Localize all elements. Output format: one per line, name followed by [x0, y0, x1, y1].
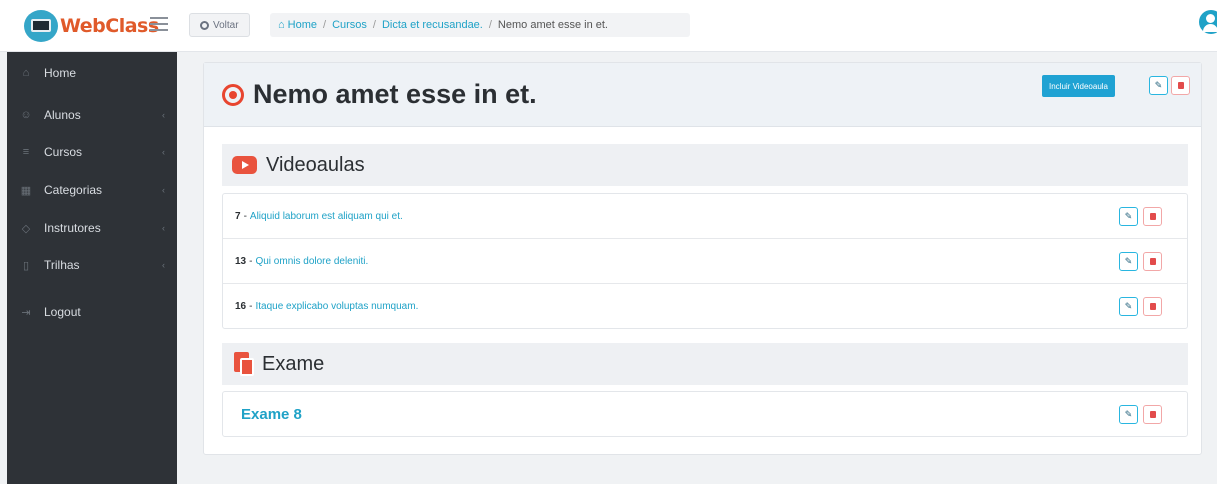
videos-section-title: Videoaulas — [266, 153, 365, 176]
sidebar-item-label: Alunos — [44, 108, 81, 122]
chevron-left-icon: ‹ — [162, 147, 165, 157]
video-number: 13 — [235, 255, 247, 267]
chevron-left-icon: ‹ — [162, 260, 165, 270]
trash-icon — [1149, 213, 1156, 220]
sidebar-item-label: Logout — [44, 305, 81, 319]
target-icon — [222, 83, 244, 106]
video-number: 7 — [235, 210, 241, 222]
card-header: Nemo amet esse in et. Incluir Videoaula … — [204, 63, 1201, 127]
home-icon: ⌂ — [22, 67, 30, 79]
video-number: 16 — [235, 301, 247, 312]
sidebar-item-label: Instrutores — [44, 221, 101, 235]
edit-video-button[interactable]: ✎ — [1119, 207, 1138, 226]
list-item: 7 - Aliquid laborum est aliquam qui et. … — [223, 194, 1187, 239]
content-card: Nemo amet esse in et. Incluir Videoaula … — [203, 62, 1202, 455]
trash-icon — [1177, 82, 1184, 89]
pencil-icon: ✎ — [1124, 256, 1133, 266]
delete-video-button[interactable] — [1143, 297, 1162, 316]
brand-logo[interactable]: WebClass — [24, 10, 159, 42]
video-link[interactable]: Qui omnis dolore deleniti. — [255, 256, 368, 267]
video-list: 7 - Aliquid laborum est aliquam qui et. … — [222, 193, 1188, 329]
edit-video-button[interactable]: ✎ — [1119, 252, 1138, 271]
sidebar-item-label: Home — [44, 66, 77, 80]
sidebar-item-cursos[interactable]: ≡ Cursos ‹ — [7, 137, 177, 167]
breadcrumb-cursos[interactable]: Cursos — [332, 19, 367, 31]
delete-video-button[interactable] — [1143, 252, 1162, 271]
exam-section-title: Exame — [262, 352, 325, 375]
breadcrumb-current: Nemo amet esse in et. — [497, 19, 608, 31]
user-avatar-icon[interactable] — [1199, 10, 1217, 36]
add-video-button[interactable]: Incluir Videoaula — [1042, 75, 1116, 97]
delete-video-button[interactable] — [1143, 207, 1162, 226]
sidebar-item-label: Trilhas — [44, 258, 80, 272]
top-navbar: WebClass Voltar ⌂ Home / Cursos / Dicta … — [0, 0, 1217, 52]
menu-toggle-icon[interactable] — [150, 17, 168, 31]
sidebar-item-instrutores[interactable]: ◇ Instrutores ‹ — [7, 213, 177, 243]
edit-course-button[interactable]: ✎ — [1149, 76, 1168, 95]
exam-list: Exame 8 ✎ — [222, 391, 1188, 437]
document-icon — [234, 352, 254, 376]
trash-icon — [1149, 258, 1156, 265]
logout-icon: ⇥ — [21, 306, 31, 319]
video-link[interactable]: Aliquid laborum est aliquam qui et. — [250, 211, 403, 222]
graduation-cap-icon: ◇ — [21, 222, 31, 235]
list-item: 13 - Qui omnis dolore deleniti. ✎ — [223, 239, 1187, 284]
trash-icon — [1149, 411, 1156, 418]
home-icon: ⌂ — [278, 19, 285, 31]
delete-exam-button[interactable] — [1143, 405, 1162, 424]
youtube-icon — [232, 156, 257, 174]
sidebar: ⌂ Home ☺ Alunos ‹ ≡ Cursos ‹ ▦ Categoria… — [7, 52, 177, 484]
list-item: Exame 8 ✎ — [223, 392, 1187, 437]
users-icon: ☺ — [20, 109, 32, 121]
sidebar-item-logout[interactable]: ⇥ Logout — [7, 297, 177, 327]
sidebar-item-label: Cursos — [44, 145, 83, 159]
page-title: Nemo amet esse in et. — [253, 79, 537, 109]
sidebar-item-trilhas[interactable]: ▯ Trilhas ‹ — [7, 250, 177, 280]
video-link[interactable]: Itaque explicabo voluptas numquam. — [255, 301, 418, 312]
breadcrumb-home[interactable]: Home — [288, 19, 317, 31]
back-button-label: Voltar — [213, 19, 239, 31]
sidebar-item-home[interactable]: ⌂ Home — [7, 58, 177, 88]
pencil-icon: ✎ — [1154, 80, 1163, 90]
grid-icon: ▦ — [20, 184, 32, 197]
pencil-icon: ✎ — [1124, 301, 1133, 311]
circle-icon — [200, 20, 209, 30]
pencil-icon: ✎ — [1124, 211, 1133, 221]
logo-icon — [24, 10, 58, 42]
edit-exam-button[interactable]: ✎ — [1119, 405, 1138, 424]
exam-section-header: Exame — [222, 343, 1188, 385]
chevron-left-icon: ‹ — [162, 185, 165, 195]
brand-name: WebClass — [60, 15, 159, 37]
delete-course-button[interactable] — [1171, 76, 1190, 95]
columns-icon: ▯ — [22, 259, 30, 272]
chevron-left-icon: ‹ — [162, 223, 165, 233]
videos-section-header: Videoaulas — [222, 144, 1188, 186]
breadcrumb-course[interactable]: Dicta et recusandae. — [382, 19, 483, 31]
sidebar-item-categorias[interactable]: ▦ Categorias ‹ — [7, 175, 177, 205]
back-button[interactable]: Voltar — [189, 13, 250, 37]
chevron-left-icon: ‹ — [162, 110, 165, 120]
sidebar-item-alunos[interactable]: ☺ Alunos ‹ — [7, 100, 177, 130]
breadcrumb: ⌂ Home / Cursos / Dicta et recusandae. /… — [270, 13, 690, 37]
pencil-icon: ✎ — [1124, 409, 1133, 419]
list-item: 16 - Itaque explicabo voluptas numquam. … — [223, 284, 1187, 329]
edit-video-button[interactable]: ✎ — [1119, 297, 1138, 316]
exam-link[interactable]: Exame 8 — [241, 406, 302, 423]
trash-icon — [1149, 303, 1156, 310]
list-icon: ≡ — [22, 146, 30, 158]
sidebar-item-label: Categorias — [44, 183, 103, 197]
